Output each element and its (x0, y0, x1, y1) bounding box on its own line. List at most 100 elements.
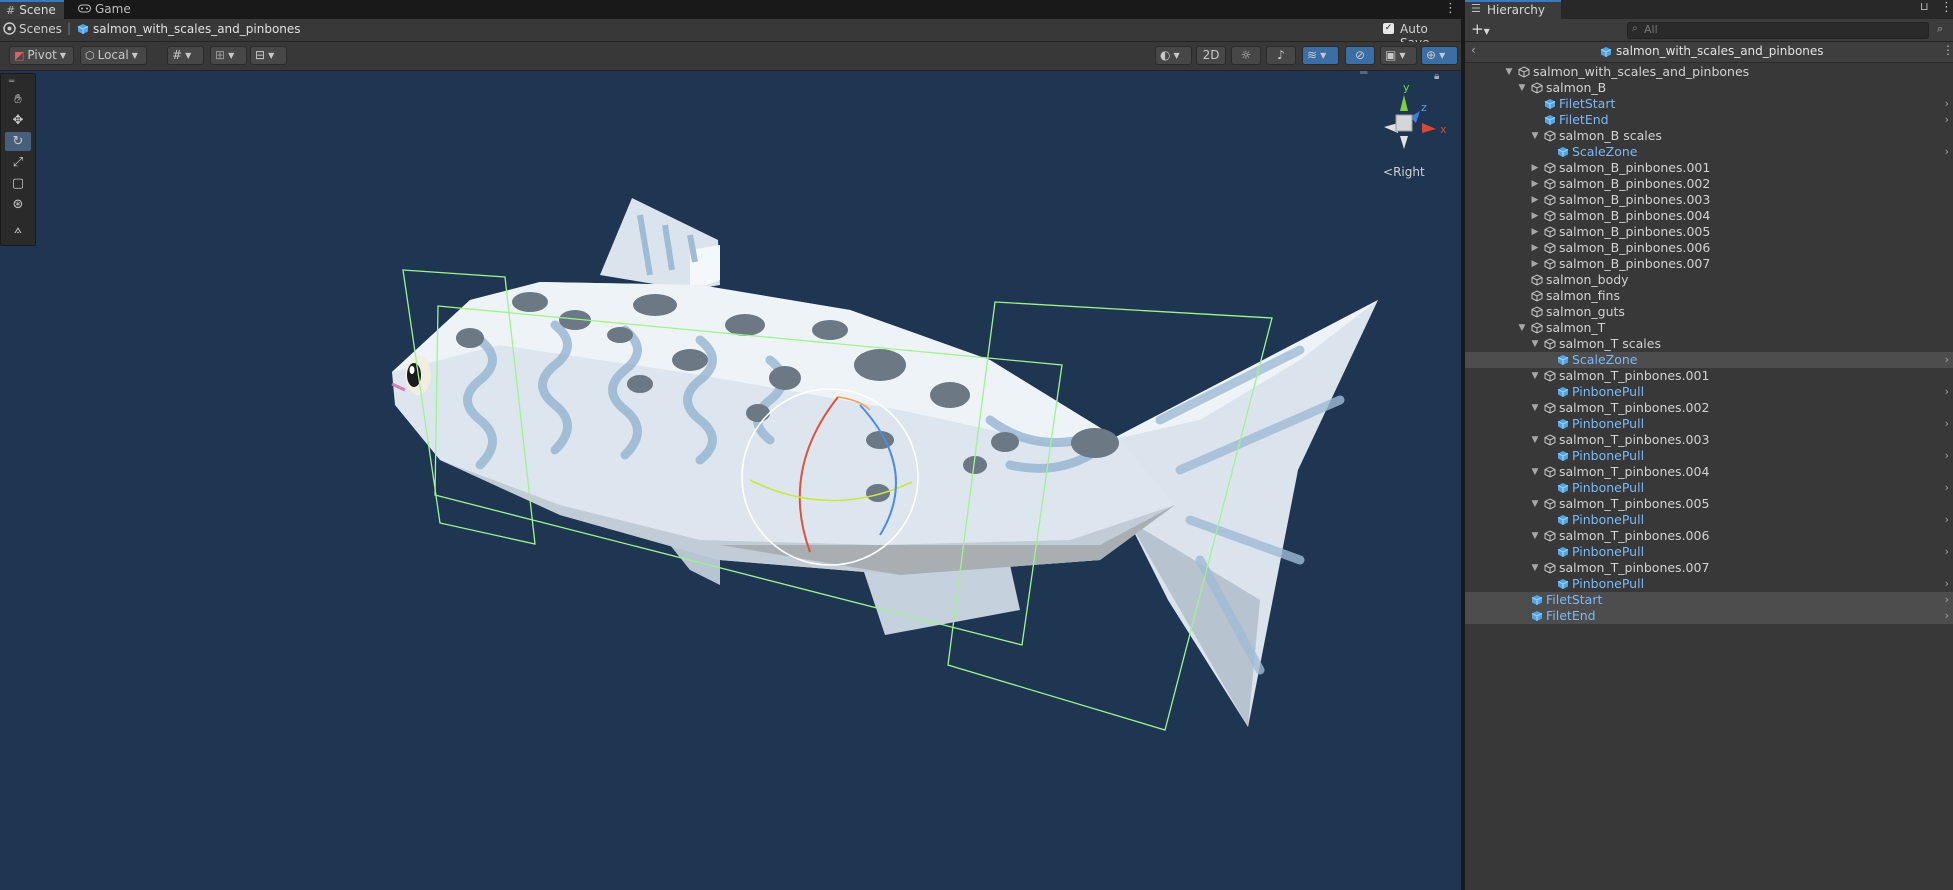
expand-arrow-open-icon[interactable]: ▼ (1530, 432, 1540, 448)
expand-arrow-open-icon[interactable]: ▼ (1530, 400, 1540, 416)
increment-snap-dropdown[interactable]: ⊞ ▼ (210, 46, 247, 65)
lighting-toggle[interactable]: ☼ (1231, 46, 1261, 65)
orientation-gizmo[interactable]: y z x (1376, 81, 1456, 151)
scene-viewport[interactable]: y z x 🔒︎ ═ <Right (0, 71, 1461, 890)
open-prefab-chevron-icon[interactable]: › (1945, 112, 1949, 128)
lock-icon[interactable]: ⊔ (1920, 0, 1929, 13)
more-menu-icon[interactable]: ⋮ (1942, 43, 1953, 57)
hierarchy-row[interactable]: PinbonePull › (1465, 448, 1953, 464)
local-dropdown[interactable]: ⬡ Local ▼ (80, 46, 147, 65)
lock-icon[interactable]: 🔒︎ (1434, 71, 1439, 82)
expand-arrow-closed-icon[interactable]: ▶ (1530, 224, 1540, 240)
search-options-icon[interactable]: ⌕ (1937, 22, 1943, 36)
hierarchy-row[interactable]: ▶ salmon_B_pinbones.006 (1465, 240, 1953, 256)
expand-arrow-closed-icon[interactable]: ▶ (1530, 208, 1540, 224)
scale-tool-icon[interactable]: ⤢ (5, 153, 31, 172)
hierarchy-row[interactable]: FiletEnd › (1465, 112, 1953, 128)
open-prefab-chevron-icon[interactable]: › (1945, 480, 1949, 496)
rect-tool-icon[interactable]: ▢ (5, 174, 31, 193)
hierarchy-row[interactable]: salmon_body (1465, 272, 1953, 288)
expand-arrow-open-icon[interactable]: ▼ (1517, 320, 1527, 336)
expand-arrow-open-icon[interactable]: ▼ (1517, 80, 1527, 96)
open-prefab-chevron-icon[interactable]: › (1945, 384, 1949, 400)
open-prefab-chevron-icon[interactable]: › (1945, 448, 1949, 464)
effects-dropdown[interactable]: ≋ ▼ (1302, 46, 1339, 65)
expand-arrow-closed-icon[interactable]: ▶ (1530, 256, 1540, 272)
expand-arrow-closed-icon[interactable]: ▶ (1530, 192, 1540, 208)
open-prefab-chevron-icon[interactable]: › (1945, 576, 1949, 592)
expand-arrow-open-icon[interactable]: ▼ (1530, 464, 1540, 480)
open-prefab-chevron-icon[interactable]: › (1945, 416, 1949, 432)
open-prefab-chevron-icon[interactable]: › (1945, 352, 1949, 368)
hierarchy-row[interactable]: PinbonePull › (1465, 512, 1953, 528)
expand-arrow-open-icon[interactable]: ▼ (1530, 368, 1540, 384)
draw-mode-dropdown[interactable]: ◐ ▼ (1155, 46, 1192, 65)
more-menu-icon[interactable]: ⋮ (1940, 0, 1953, 15)
more-menu-icon[interactable]: ⋮ (1444, 1, 1457, 16)
hierarchy-row[interactable]: ▶ salmon_B_pinbones.004 (1465, 208, 1953, 224)
move-tool-icon[interactable]: ✥ (5, 111, 31, 130)
hierarchy-row[interactable]: ▼ salmon_B scales (1465, 128, 1953, 144)
hierarchy-row[interactable]: ▼ salmon_T (1465, 320, 1953, 336)
open-prefab-chevron-icon[interactable]: › (1945, 592, 1949, 608)
camera-dropdown[interactable]: ▣ ▼ (1380, 46, 1417, 65)
hierarchy-row[interactable]: PinbonePull › (1465, 544, 1953, 560)
add-object-button[interactable]: +▼ (1471, 20, 1490, 38)
hierarchy-row[interactable]: salmon_fins (1465, 288, 1953, 304)
open-prefab-chevron-icon[interactable]: › (1945, 544, 1949, 560)
hierarchy-row[interactable]: ▼ salmon_T scales (1465, 336, 1953, 352)
hierarchy-row[interactable]: FiletEnd › (1465, 608, 1953, 624)
hierarchy-row[interactable]: ▼ salmon_T_pinbones.007 (1465, 560, 1953, 576)
hierarchy-row[interactable]: ▼ salmon_T_pinbones.003 (1465, 432, 1953, 448)
view-label[interactable]: <Right (1383, 165, 1425, 179)
back-arrow-icon[interactable]: ‹ (1471, 43, 1476, 57)
hand-tool-icon[interactable]: ✋︎ (5, 90, 31, 109)
hierarchy-row[interactable]: ▶ salmon_B_pinbones.002 (1465, 176, 1953, 192)
pivot-dropdown[interactable]: ◩ Pivot ▼ (9, 46, 74, 65)
tab-game[interactable]: Game (72, 0, 139, 19)
tab-scene[interactable]: # Scene (0, 0, 64, 19)
expand-arrow-open-icon[interactable]: ▼ (1530, 496, 1540, 512)
breadcrumb-scenes[interactable]: Scenes (19, 22, 62, 36)
auto-save-checkbox[interactable]: ✓ (1383, 23, 1394, 34)
rotate-tool-icon[interactable]: ↻ (5, 132, 31, 151)
transform-tool-icon[interactable]: ⊛ (5, 195, 31, 214)
hierarchy-row[interactable]: PinbonePull › (1465, 480, 1953, 496)
hierarchy-row[interactable]: ▼ salmon_T_pinbones.005 (1465, 496, 1953, 512)
expand-arrow-closed-icon[interactable]: ▶ (1530, 160, 1540, 176)
hierarchy-row[interactable]: ScaleZone › (1465, 352, 1953, 368)
tab-hierarchy[interactable]: ☰ Hierarchy (1465, 0, 1561, 19)
open-prefab-chevron-icon[interactable]: › (1945, 144, 1949, 160)
expand-arrow-open-icon[interactable]: ▼ (1530, 528, 1540, 544)
grid-snap-dropdown[interactable]: # ▼ (167, 46, 204, 65)
expand-arrow-open-icon[interactable]: ▼ (1504, 64, 1514, 80)
open-prefab-chevron-icon[interactable]: › (1945, 96, 1949, 112)
breadcrumb-current[interactable]: salmon_with_scales_and_pinbones (93, 22, 301, 36)
hierarchy-row[interactable]: ▼ salmon_T_pinbones.006 (1465, 528, 1953, 544)
hierarchy-row[interactable]: ▼ salmon_T_pinbones.002 (1465, 400, 1953, 416)
hierarchy-row[interactable]: salmon_guts (1465, 304, 1953, 320)
open-prefab-chevron-icon[interactable]: › (1945, 608, 1949, 624)
expand-arrow-open-icon[interactable]: ▼ (1530, 128, 1540, 144)
hierarchy-row[interactable]: PinbonePull › (1465, 384, 1953, 400)
open-prefab-chevron-icon[interactable]: › (1945, 512, 1949, 528)
expand-arrow-open-icon[interactable]: ▼ (1530, 560, 1540, 576)
hierarchy-row[interactable]: ▼ salmon_T_pinbones.004 (1465, 464, 1953, 480)
hierarchy-row[interactable]: PinbonePull › (1465, 576, 1953, 592)
search-input[interactable]: ⌕ All (1627, 22, 1929, 39)
menu-lines-icon[interactable]: ═ (1360, 71, 1367, 79)
hierarchy-row[interactable]: ▶ salmon_B_pinbones.003 (1465, 192, 1953, 208)
gizmos-dropdown[interactable]: ⊕ ▼ (1421, 46, 1458, 65)
scene-visibility-toggle[interactable]: ⊘ (1345, 46, 1375, 65)
hierarchy-row[interactable]: FiletStart › (1465, 592, 1953, 608)
hierarchy-row[interactable]: PinbonePull › (1465, 416, 1953, 432)
hierarchy-row[interactable]: ▶ salmon_B_pinbones.007 (1465, 256, 1953, 272)
toggle-2d-button[interactable]: 2D (1196, 46, 1226, 65)
hierarchy-row[interactable]: ▶ salmon_B_pinbones.001 (1465, 160, 1953, 176)
hierarchy-row[interactable]: FiletStart › (1465, 96, 1953, 112)
hierarchy-row[interactable]: ScaleZone › (1465, 144, 1953, 160)
expand-arrow-closed-icon[interactable]: ▶ (1530, 240, 1540, 256)
hierarchy-row[interactable]: ▼ salmon_T_pinbones.001 (1465, 368, 1953, 384)
audio-toggle[interactable]: ♪ (1266, 46, 1296, 65)
expand-arrow-open-icon[interactable]: ▼ (1530, 336, 1540, 352)
